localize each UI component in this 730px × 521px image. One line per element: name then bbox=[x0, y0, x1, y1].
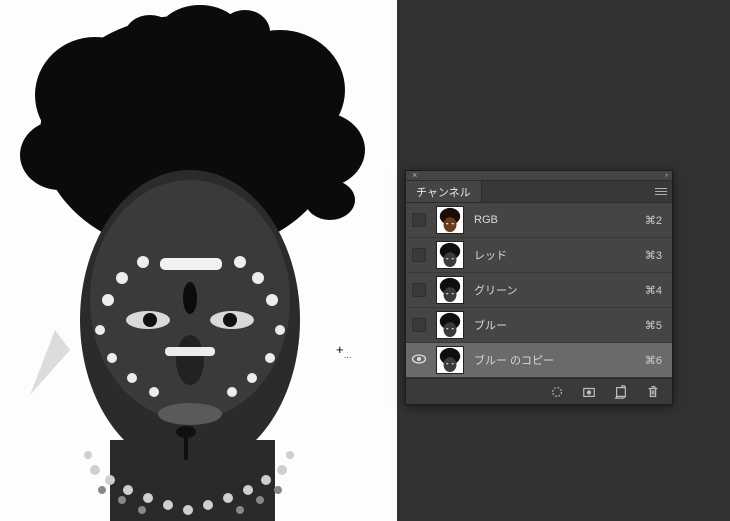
channel-thumbnail bbox=[436, 311, 464, 339]
visibility-box bbox=[412, 283, 426, 297]
menu-icon bbox=[655, 186, 667, 197]
channel-thumbnail bbox=[436, 206, 464, 234]
channel-thumbnail bbox=[436, 346, 464, 374]
channel-shortcut: ⌘3 bbox=[645, 249, 672, 262]
close-icon[interactable]: × bbox=[412, 171, 417, 180]
channel-row[interactable]: RGB⌘2 bbox=[406, 203, 672, 238]
channel-list: RGB⌘2レッド⌘3グリーン⌘4ブルー⌘5ブルー のコピー⌘6 bbox=[406, 203, 672, 378]
channel-name: ブルー のコピー bbox=[468, 352, 645, 368]
canvas-area[interactable]: +… bbox=[0, 0, 397, 521]
channel-shortcut: ⌘5 bbox=[645, 319, 672, 332]
panel-tab-strip: チャンネル bbox=[406, 181, 672, 203]
image-preview bbox=[0, 0, 397, 521]
channel-name: グリーン bbox=[468, 282, 645, 298]
new-channel-button[interactable] bbox=[612, 383, 630, 401]
eye-icon bbox=[411, 351, 427, 370]
channel-thumbnail bbox=[436, 276, 464, 304]
visibility-box bbox=[412, 248, 426, 262]
channel-name: ブルー bbox=[468, 317, 645, 333]
load-selection-button[interactable] bbox=[548, 383, 566, 401]
visibility-toggle[interactable] bbox=[406, 213, 432, 227]
visibility-box bbox=[412, 318, 426, 332]
channel-thumbnail bbox=[436, 241, 464, 269]
channel-name: RGB bbox=[468, 214, 645, 226]
channel-name: レッド bbox=[468, 247, 645, 263]
panel-menu-button[interactable] bbox=[650, 181, 672, 202]
channel-shortcut: ⌘4 bbox=[645, 284, 672, 297]
visibility-box bbox=[412, 213, 426, 227]
save-selection-button[interactable] bbox=[580, 383, 598, 401]
delete-channel-button[interactable] bbox=[644, 383, 662, 401]
tab-label: チャンネル bbox=[416, 184, 471, 200]
tab-channels[interactable]: チャンネル bbox=[406, 181, 482, 202]
channel-row[interactable]: ブルー⌘5 bbox=[406, 308, 672, 343]
collapse-icon[interactable]: ›› bbox=[665, 172, 666, 179]
channel-row[interactable]: レッド⌘3 bbox=[406, 238, 672, 273]
channel-shortcut: ⌘2 bbox=[645, 214, 672, 227]
channel-row[interactable]: グリーン⌘4 bbox=[406, 273, 672, 308]
channel-shortcut: ⌘6 bbox=[645, 354, 672, 367]
panel-topbar: × ›› bbox=[406, 171, 672, 181]
channel-row[interactable]: ブルー のコピー⌘6 bbox=[406, 343, 672, 378]
visibility-toggle[interactable] bbox=[406, 318, 432, 332]
visibility-toggle[interactable] bbox=[406, 248, 432, 262]
panel-footer bbox=[406, 378, 672, 404]
visibility-toggle[interactable] bbox=[406, 283, 432, 297]
channels-panel: × ›› チャンネル RGB⌘2レッド⌘3グリーン⌘4ブルー⌘5ブルー のコピー… bbox=[405, 170, 673, 405]
visibility-toggle[interactable] bbox=[406, 351, 432, 370]
right-dock: × ›› チャンネル RGB⌘2レッド⌘3グリーン⌘4ブルー⌘5ブルー のコピー… bbox=[397, 0, 730, 521]
